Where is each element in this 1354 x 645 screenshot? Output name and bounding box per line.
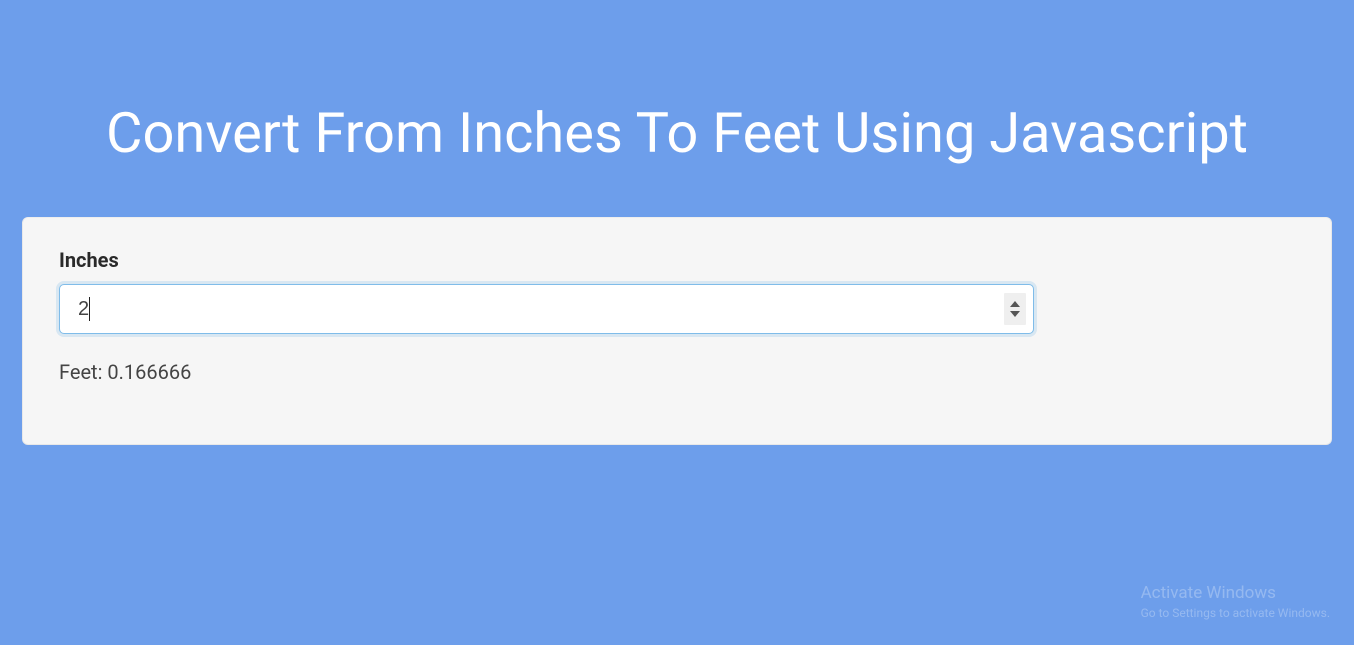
watermark-subtitle: Go to Settings to activate Windows. (1141, 605, 1330, 621)
page-title: Convert From Inches To Feet Using Javasc… (0, 0, 1354, 217)
converter-card: Inches Feet: 0.166666 (22, 217, 1332, 445)
result-prefix: Feet: (59, 360, 107, 384)
inches-input[interactable] (59, 284, 1034, 334)
windows-watermark: Activate Windows Go to Settings to activ… (1141, 582, 1330, 621)
text-caret (89, 297, 90, 321)
result-value: 0.166666 (107, 360, 191, 384)
spinner-down-icon[interactable] (1010, 311, 1020, 317)
inches-label: Inches (59, 248, 1295, 272)
feet-result: Feet: 0.166666 (59, 360, 1295, 384)
inches-input-wrapper (59, 284, 1034, 334)
spinner-up-icon[interactable] (1010, 301, 1020, 307)
watermark-title: Activate Windows (1141, 582, 1330, 605)
number-spinner (1004, 293, 1026, 325)
